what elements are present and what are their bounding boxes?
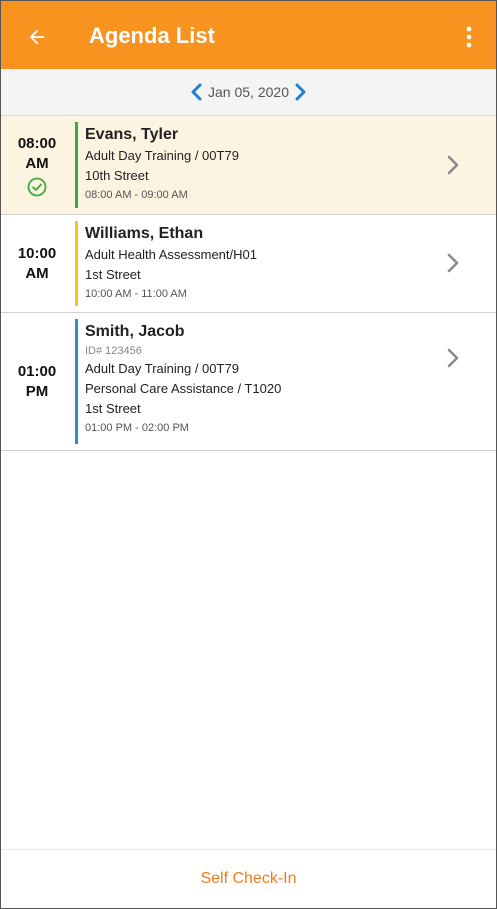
service-name: Adult Day Training / 00T79 [85,148,239,163]
chevron-right-icon [446,252,460,274]
arrow-left-icon [29,29,45,45]
client-id: ID# 123456 [85,345,142,357]
service-name-secondary: Personal Care Assistance / T1020 [85,381,282,396]
current-date: Jan 05, 2020 [208,84,289,100]
appointment-item[interactable]: 10:00 AM Williams, Ethan Adult Health As… [1,215,496,313]
more-vertical-icon [466,26,472,48]
more-options-button[interactable] [454,19,484,55]
previous-date-button[interactable] [188,82,204,102]
location: 1st Street [85,267,141,282]
back-button[interactable] [19,19,55,55]
time-column: 10:00 AM [1,215,73,312]
client-name: Williams, Ethan [85,225,204,242]
appointment-details: Williams, Ethan Adult Health Assessment/… [85,223,436,303]
appointment-period: AM [25,154,49,172]
client-name: Evans, Tyler [85,126,179,143]
appointment-item[interactable]: 08:00 AM Evans, Tyler Adult Day Training… [1,116,496,215]
appointment-time: 01:00 [17,362,57,380]
time-column: 01:00 PM [1,313,73,450]
appointment-time: 10:00 [17,244,57,262]
time-range: 01:00 PM - 02:00 PM [85,422,189,434]
date-navigator: Jan 05, 2020 [1,69,496,116]
status-bar [75,319,78,444]
appointment-details: Smith, Jacob ID# 123456 Adult Day Traini… [85,321,436,437]
location: 1st Street [85,401,141,416]
page-title: Agenda List [89,23,215,48]
appointment-details: Evans, Tyler Adult Day Training / 00T79 … [85,124,436,204]
service-name: Adult Day Training / 00T79 [85,361,239,376]
appointment-item[interactable]: 01:00 PM Smith, Jacob ID# 123456 Adult D… [1,313,496,451]
appointment-period: PM [25,382,49,400]
check-circle-icon [27,177,47,196]
client-name: Smith, Jacob [85,323,185,340]
app-bar: Agenda List [1,1,496,69]
chevron-right-icon [446,154,460,176]
chevron-right-icon [446,347,460,369]
service-name: Adult Health Assessment/H01 [85,247,257,262]
status-bar [75,122,78,208]
time-range: 10:00 AM - 11:00 AM [85,288,187,300]
appointment-time: 08:00 [17,134,57,152]
next-date-button[interactable] [293,82,309,102]
self-check-in-button[interactable]: Self Check-In [200,870,296,888]
appointment-period: AM [25,264,49,282]
time-range: 08:00 AM - 09:00 AM [85,189,188,201]
agenda-list: 08:00 AM Evans, Tyler Adult Day Training… [1,116,496,451]
status-bar [75,221,78,306]
location: 10th Street [85,168,149,183]
chevron-right-icon [295,83,306,101]
footer-bar: Self Check-In [1,849,496,908]
time-column: 08:00 AM [1,116,73,214]
chevron-left-icon [191,83,202,101]
app-screen: Agenda List Jan 05, 2020 08:00 AM Evans,… [0,0,497,909]
